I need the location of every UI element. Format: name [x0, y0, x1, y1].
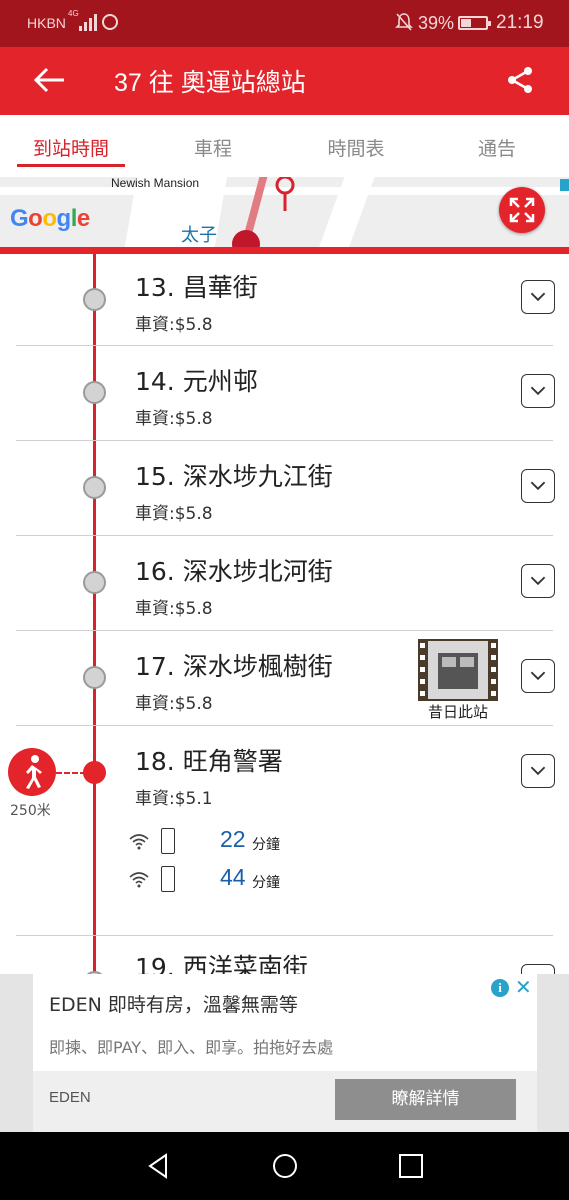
back-arrow-icon[interactable]: [32, 65, 66, 95]
route-map[interactable]: Newish Mansion 太子 Google: [0, 177, 569, 247]
route-title: 37 往 奧運站總站: [114, 69, 306, 97]
stop-dot: [83, 476, 106, 499]
chevron-down-icon[interactable]: [521, 754, 555, 788]
bus-capacity-icon: [161, 828, 175, 854]
walk-distance: 250米: [10, 803, 51, 819]
stop-name: 18. 旺角警署: [135, 747, 283, 776]
stop-fare: 車資:$5.1: [135, 789, 213, 809]
ad-cta-button[interactable]: 瞭解詳情: [335, 1079, 516, 1120]
eta-row: 44 分鐘: [128, 864, 428, 896]
eta-minutes: 22: [220, 826, 246, 852]
stop-name: 15. 深水埗九江街: [135, 462, 333, 491]
google-logo: Google: [10, 205, 90, 232]
photo-caption: 昔日此站: [427, 703, 488, 721]
list-item[interactable]: 16. 深水埗北河街 車資:$5.8: [0, 536, 569, 631]
list-item[interactable]: 17. 深水埗楓樹街 車資:$5.8 昔日此站: [0, 631, 569, 726]
ad-brand: EDEN: [49, 1089, 91, 1106]
chevron-down-icon[interactable]: [521, 964, 555, 974]
list-item[interactable]: 13. 昌華街 車資:$5.8: [0, 254, 569, 346]
tab-timetable[interactable]: 時間表: [296, 134, 416, 161]
status-bar: HKBN 4G 39% 21:19: [0, 0, 569, 47]
stop-name: 19. 西洋菜南街: [135, 953, 308, 974]
battery-percent: 39%: [418, 13, 455, 33]
ad-card[interactable]: i ✕ EDEN 即時有房，溫馨無需等 即揀、即PAY、即入、即享。拍拖好去處 …: [33, 974, 537, 1132]
app-bar: 37 往 奧運站總站: [0, 47, 569, 115]
battery-icon: [458, 16, 491, 30]
stop-dot: [83, 381, 106, 404]
list-item[interactable]: 15. 深水埗九江街 車資:$5.8: [0, 441, 569, 536]
ad-headline: EDEN 即時有房，溫馨無需等: [49, 994, 298, 1016]
tab-journey[interactable]: 車程: [153, 134, 273, 161]
stop-fare: 車資:$5.8: [135, 315, 213, 335]
system-nav-bar: [0, 1132, 569, 1200]
active-tab-indicator: [17, 164, 125, 167]
ad-body: 即揀、即PAY、即入、即享。拍拖好去處: [49, 1038, 334, 1057]
tab-arrival-time[interactable]: 到站時間: [11, 134, 131, 161]
clock: 21:19: [496, 12, 544, 33]
stop-name: 14. 元州邨: [135, 367, 258, 396]
chevron-down-icon[interactable]: [521, 280, 555, 314]
ad-banner[interactable]: i ✕ EDEN 即時有房，溫馨無需等 即揀、即PAY、即入、即享。拍拖好去處 …: [0, 974, 569, 1132]
eta-row: 22 分鐘: [128, 826, 428, 858]
stop-dot: [83, 571, 106, 594]
fullscreen-icon: [509, 197, 535, 223]
stop-list: 13. 昌華街 車資:$5.8 14. 元州邨 車資:$5.8 15. 深水埗九…: [0, 254, 569, 974]
chevron-down-icon[interactable]: [521, 374, 555, 408]
stop-dot: [83, 666, 106, 689]
stop-fare: 車資:$5.8: [135, 504, 213, 524]
film-strip-icon: [418, 639, 498, 701]
bus-stop-marker-icon: [275, 177, 295, 211]
stop-fare: 車資:$5.8: [135, 694, 213, 714]
chevron-down-icon[interactable]: [521, 469, 555, 503]
whatsapp-icon: [102, 14, 118, 30]
map-label-station: 太子: [181, 225, 217, 246]
carrier-label: HKBN: [27, 15, 66, 31]
bus-capacity-icon: [161, 866, 175, 892]
map-label-place: Newish Mansion: [111, 177, 200, 190]
ad-close-icon[interactable]: ✕: [515, 975, 532, 999]
eta-unit: 分鐘: [252, 837, 280, 853]
walk-path: [56, 772, 86, 774]
realtime-icon: [129, 872, 149, 888]
home-icon[interactable]: [271, 1152, 299, 1180]
realtime-icon: [129, 834, 149, 850]
back-icon[interactable]: [144, 1152, 172, 1180]
signal-icon: [79, 14, 97, 31]
mute-icon: [395, 13, 413, 31]
ad-footer: EDEN 瞭解詳情: [33, 1071, 537, 1132]
walk-icon: [8, 748, 56, 796]
list-item[interactable]: 250米 18. 旺角警署 車資:$5.1 22 分鐘 44 分鐘: [0, 726, 569, 936]
share-icon[interactable]: [505, 65, 535, 95]
chevron-down-icon[interactable]: [521, 659, 555, 693]
stop-name: 13. 昌華街: [135, 273, 258, 302]
list-item[interactable]: 14. 元州邨 車資:$5.8: [0, 346, 569, 441]
tab-bar: 到站時間 車程 時間表 通告: [0, 115, 569, 177]
expand-map-button[interactable]: [499, 187, 545, 233]
stop-fare: 車資:$5.8: [135, 599, 213, 619]
stop-dot: [83, 288, 106, 311]
historic-photo-thumbnail[interactable]: 昔日此站: [418, 639, 498, 721]
stop-fare: 車資:$5.8: [135, 409, 213, 429]
recents-icon[interactable]: [397, 1152, 425, 1180]
tab-notices[interactable]: 通告: [437, 134, 557, 161]
ad-info-icon[interactable]: i: [491, 979, 509, 997]
list-item[interactable]: 19. 西洋菜南街: [0, 936, 569, 974]
stop-name: 17. 深水埗楓樹街: [135, 652, 333, 681]
eta-minutes: 44: [220, 864, 246, 890]
eta-unit: 分鐘: [252, 875, 280, 891]
map-divider: [0, 247, 569, 254]
stop-dot-current: [83, 761, 106, 784]
stop-name: 16. 深水埗北河街: [135, 557, 333, 586]
chevron-down-icon[interactable]: [521, 564, 555, 598]
mtr-logo-icon: [232, 230, 260, 247]
